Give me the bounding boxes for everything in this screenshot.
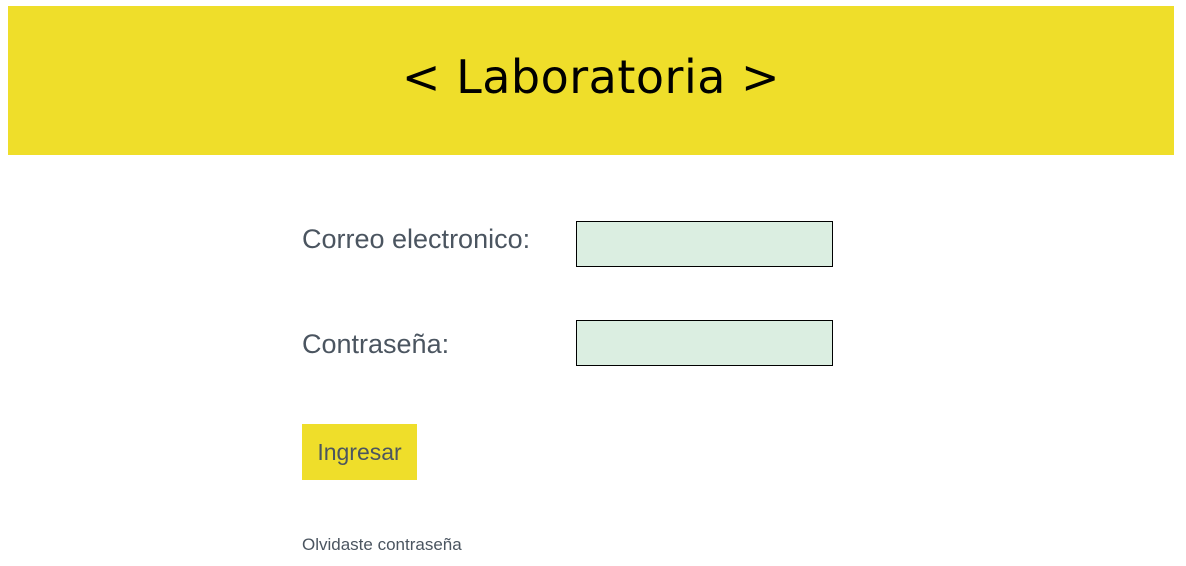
app-header: < Laboratoria > [8,6,1174,155]
password-label: Contraseña: [302,329,450,359]
app-title: < Laboratoria > [401,49,781,104]
login-button[interactable]: Ingresar [302,424,417,480]
email-label: Correo electronico: [302,224,531,254]
password-input[interactable] [576,320,833,366]
email-input[interactable] [576,221,833,267]
forgot-password-link[interactable]: Olvidaste contraseña [302,535,462,555]
